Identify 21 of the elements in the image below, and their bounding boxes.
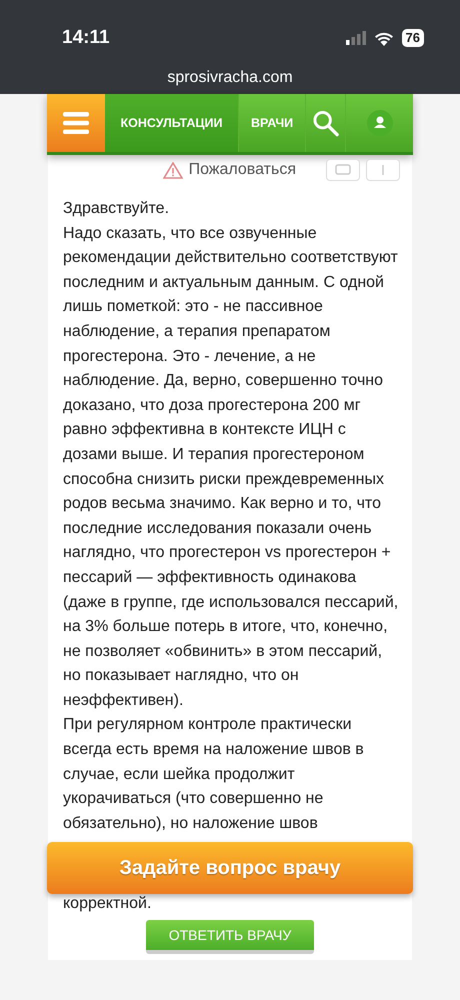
nav-tab[interactable]: ВРАЧИ	[239, 94, 306, 152]
menu-icon	[63, 112, 89, 134]
comment-button[interactable]	[326, 159, 360, 181]
wifi-icon	[374, 30, 394, 46]
search-icon	[312, 109, 340, 137]
reply-doctor-button[interactable]: ОТВЕТИТЬ ВРАЧУ	[146, 920, 314, 954]
nav-tab[interactable]: КОНСУЛЬТАЦИИ	[105, 94, 239, 152]
answer-paragraph: Здравствуйте.	[63, 199, 170, 219]
warning-icon	[162, 162, 183, 178]
url-text: sprosivracha.com	[166, 69, 294, 87]
like-button[interactable]	[366, 159, 400, 181]
menu-button[interactable]	[47, 94, 105, 152]
answer-paragraph: При регулярном контроле практически всегда есть время на наложение швов в случае, если шейка продолжит укорачиваться (что совершенно не обязательно), но наложение швов	[63, 715, 365, 834]
ask-doctor-button[interactable]: Задайте вопрос врачу	[47, 842, 413, 894]
user-icon	[366, 110, 393, 136]
complain-link[interactable]: Пожаловаться	[188, 161, 296, 179]
answer-paragraph: корректной.	[63, 894, 152, 914]
signal-icon	[346, 31, 366, 45]
status-time: 14:11	[62, 27, 110, 49]
battery-indicator: 76	[402, 29, 424, 47]
answer-paragraph: Надо сказать, что все озвученные рекомендации действительно соответствуют последним и актуальным данным. С одной лишь пометкой: это - не пассивное наблюдение, а терапия препаратом прогестерона. Это - лечение, а не наблюдение. Да, верно, совершенно точно доказано, что доза прогестерона 200 мг равно эффективна в контексте ИЦН с дозами выше. И терапия прогестероном способна снизить риски преждевременных родов весьма значимо. Как верно и то, что последние исследования показали очень наглядно, что прогестерон vs прогестерон + пессарий — эффективность одинакова (даже в группе, где использовался пессарий, на 3% больше потерь в итоге, что, конечно, не позволяет «обвинить» в этом пессарий, но показывает наглядно, что он неэффективен).	[63, 224, 400, 711]
